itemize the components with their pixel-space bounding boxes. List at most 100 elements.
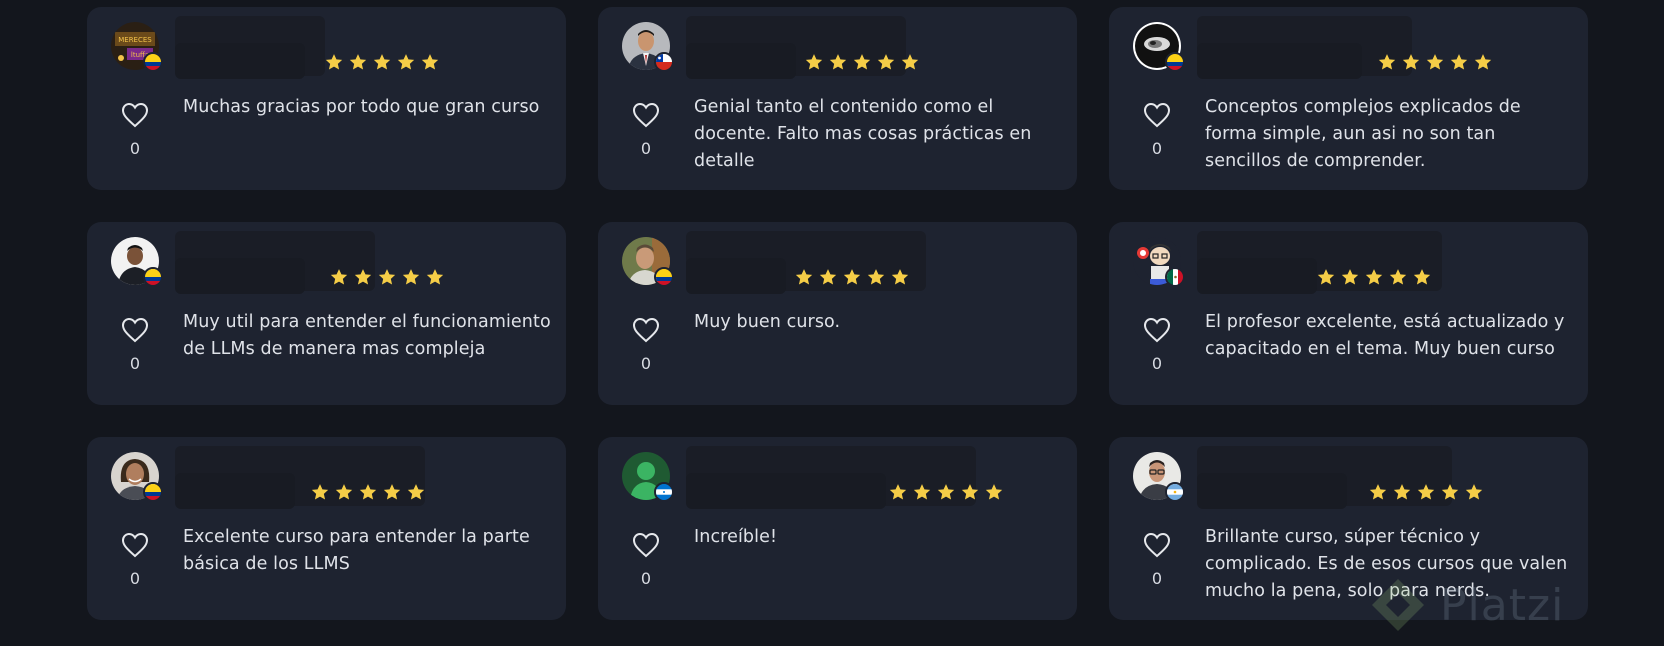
star-icon [1369, 484, 1387, 500]
avatar[interactable] [1133, 237, 1185, 287]
star-icon [359, 484, 377, 500]
review-comment: Muy util para entender el funcionamiento… [183, 312, 551, 359]
star-icon [843, 269, 861, 285]
svg-text:MERECES: MERECES [118, 36, 152, 44]
star-icon [378, 269, 396, 285]
star-icon [819, 269, 837, 285]
rating-stars [1316, 267, 1432, 287]
review-comment: Excelente curso para entender la parte b… [183, 527, 530, 574]
star-icon [853, 54, 871, 70]
star-icon [373, 54, 391, 70]
avatar[interactable] [1133, 22, 1185, 72]
star-icon [1450, 54, 1468, 70]
reviewer-name-redacted [1197, 258, 1317, 294]
flag-colombia-icon [143, 482, 163, 502]
star-icon [407, 484, 425, 500]
star-icon [913, 484, 931, 500]
star-icon [1365, 269, 1383, 285]
review-card: 0 Conceptos complejos explicados de form… [1109, 7, 1588, 190]
star-icon [891, 269, 909, 285]
reviewer-name-redacted [686, 473, 886, 509]
heart-outline-icon[interactable] [632, 317, 660, 343]
star-icon [1317, 269, 1335, 285]
star-icon [354, 269, 372, 285]
reviewer-name-redacted [175, 473, 295, 509]
star-icon [325, 54, 343, 70]
flag-colombia-icon [143, 52, 163, 72]
review-card: 0 Muy util para entender el funcionamien… [87, 222, 566, 405]
heart-outline-icon[interactable] [121, 317, 149, 343]
rating-stars [1377, 52, 1493, 72]
star-icon [937, 484, 955, 500]
flag-colombia-icon [143, 267, 163, 287]
star-icon [1389, 269, 1407, 285]
avatar[interactable] [622, 22, 674, 72]
heart-outline-icon[interactable] [1143, 317, 1171, 343]
review-card: 0 El profesor excelente, está actualizad… [1109, 222, 1588, 405]
star-icon [1465, 484, 1483, 500]
review-card: MERECES ltuffa 0 Muchas gracias por todo… [87, 7, 566, 190]
avatar[interactable]: MERECES ltuffa [111, 22, 163, 72]
star-icon [889, 484, 907, 500]
platzi-logo-icon [1372, 579, 1424, 631]
star-icon [795, 269, 813, 285]
flag-colombia-icon [1165, 52, 1185, 72]
star-icon [867, 269, 885, 285]
review-card: 0 Muy buen curso. [598, 222, 1077, 405]
reviewer-name-redacted [686, 43, 796, 79]
star-icon [349, 54, 367, 70]
review-comment: Muchas gracias por todo que gran curso [183, 97, 540, 117]
review-card: 0 Excelente curso para entender la parte… [87, 437, 566, 620]
star-icon [877, 54, 895, 70]
avatar[interactable] [1133, 452, 1185, 502]
like-count: 0 [640, 569, 652, 588]
star-icon [805, 54, 823, 70]
rating-stars [1368, 482, 1484, 502]
watermark-text: Platzi [1440, 579, 1565, 631]
rating-stars [310, 482, 426, 502]
review-comment: Increíble! [694, 527, 778, 547]
platzi-watermark: Platzi [1368, 570, 1608, 640]
reviewer-name-redacted [175, 43, 305, 79]
review-card: 0 Genial tanto el contenido como el doce… [598, 7, 1077, 190]
star-icon [383, 484, 401, 500]
rating-stars [794, 267, 910, 287]
rating-stars [329, 267, 445, 287]
review-comment: Muy buen curso. [694, 312, 841, 332]
heart-outline-icon[interactable] [121, 102, 149, 128]
avatar[interactable] [622, 452, 674, 502]
star-icon [1402, 54, 1420, 70]
flag-honduras-icon [654, 482, 674, 502]
reviewer-name-redacted [1197, 43, 1362, 79]
flag-argentina-icon [1165, 482, 1185, 502]
like-count: 0 [640, 139, 652, 158]
avatar[interactable] [111, 237, 163, 287]
avatar[interactable] [111, 452, 163, 502]
star-icon [1378, 54, 1396, 70]
star-icon [1393, 484, 1411, 500]
star-icon [1426, 54, 1444, 70]
heart-outline-icon[interactable] [1143, 102, 1171, 128]
heart-outline-icon[interactable] [632, 532, 660, 558]
heart-outline-icon[interactable] [632, 102, 660, 128]
like-count: 0 [1151, 139, 1163, 158]
star-icon [330, 269, 348, 285]
heart-outline-icon[interactable] [121, 532, 149, 558]
heart-outline-icon[interactable] [1143, 532, 1171, 558]
star-icon [402, 269, 420, 285]
avatar[interactable] [622, 237, 674, 287]
star-icon [1474, 54, 1492, 70]
rating-stars [324, 52, 440, 72]
star-icon [1341, 269, 1359, 285]
rating-stars [888, 482, 1004, 502]
review-comment: Conceptos complejos explicados de forma … [1205, 97, 1521, 171]
reviewer-name-redacted [175, 258, 305, 294]
like-count: 0 [129, 354, 141, 373]
star-icon [421, 54, 439, 70]
star-icon [426, 269, 444, 285]
star-icon [1441, 484, 1459, 500]
star-icon [311, 484, 329, 500]
star-icon [985, 484, 1003, 500]
reviews-grid: MERECES ltuffa 0 Muchas gracias por todo… [87, 7, 1588, 620]
star-icon [1413, 269, 1431, 285]
